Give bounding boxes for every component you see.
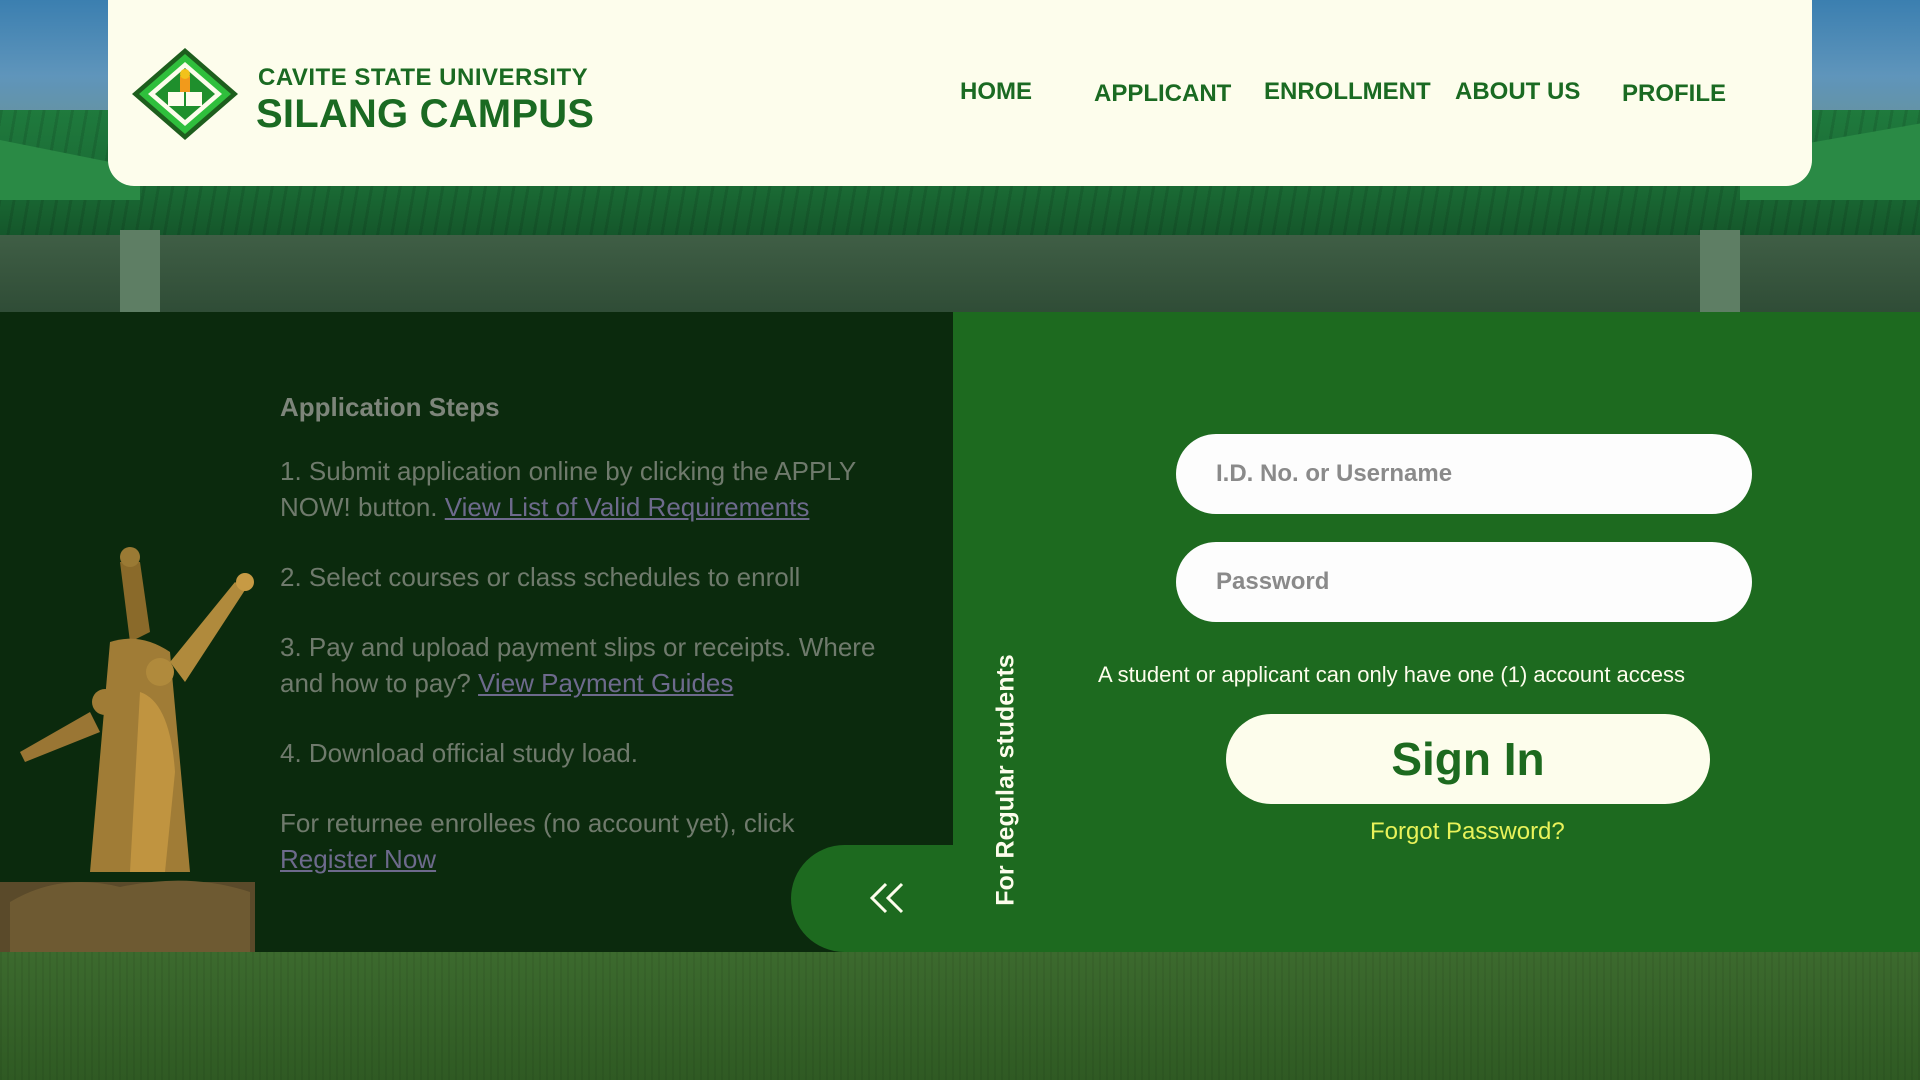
university-logo-icon[interactable]	[130, 46, 240, 142]
campus-name: SILANG CAMPUS	[256, 92, 595, 136]
university-name: CAVITE STATE UNIVERSITY	[258, 64, 589, 91]
step-item: 2. Select courses or class schedules to …	[280, 559, 920, 595]
step-item: 1. Submit application online by clicking…	[280, 453, 920, 525]
site-header: CAVITE STATE UNIVERSITY SILANG CAMPUS HO…	[108, 0, 1812, 186]
password-input[interactable]	[1176, 542, 1752, 622]
double-chevron-left-icon[interactable]	[868, 878, 908, 918]
nav-applicant[interactable]: APPLICANT	[1094, 80, 1231, 108]
nav-home[interactable]: HOME	[960, 78, 1032, 106]
valid-requirements-link[interactable]: View List of Valid Requirements	[445, 492, 810, 522]
background-wall	[0, 235, 1920, 315]
step-text: For returnee enrollees (no account yet),…	[280, 808, 795, 838]
statue-image	[0, 547, 255, 952]
background-grass	[0, 952, 1920, 1080]
nav-about-us[interactable]: ABOUT US	[1455, 78, 1580, 106]
background-pillar	[1700, 230, 1740, 315]
nav-enrollment[interactable]: ENROLLMENT	[1264, 78, 1431, 106]
login-panel	[953, 312, 1920, 952]
steps-list: Application Steps 1. Submit application …	[280, 392, 920, 911]
nav-profile[interactable]: PROFILE	[1622, 80, 1726, 108]
register-now-link[interactable]: Register Now	[280, 844, 436, 874]
payment-guides-link[interactable]: View Payment Guides	[478, 668, 733, 698]
background-pillar	[120, 230, 160, 315]
step-item: 4. Download official study load.	[280, 735, 920, 771]
forgot-password-link[interactable]: Forgot Password?	[1370, 818, 1565, 846]
regular-students-label: For Regular students	[991, 654, 1020, 906]
step-text: 2. Select courses or class schedules to …	[280, 562, 801, 592]
step-item: For returnee enrollees (no account yet),…	[280, 805, 800, 877]
steps-title: Application Steps	[280, 392, 500, 422]
sign-in-button[interactable]: Sign In	[1226, 714, 1710, 804]
account-notice: A student or applicant can only have one…	[1098, 662, 1686, 687]
username-input[interactable]	[1176, 434, 1752, 514]
step-item: 3. Pay and upload payment slips or recei…	[280, 629, 920, 701]
step-text: 4. Download official study load.	[280, 738, 638, 768]
